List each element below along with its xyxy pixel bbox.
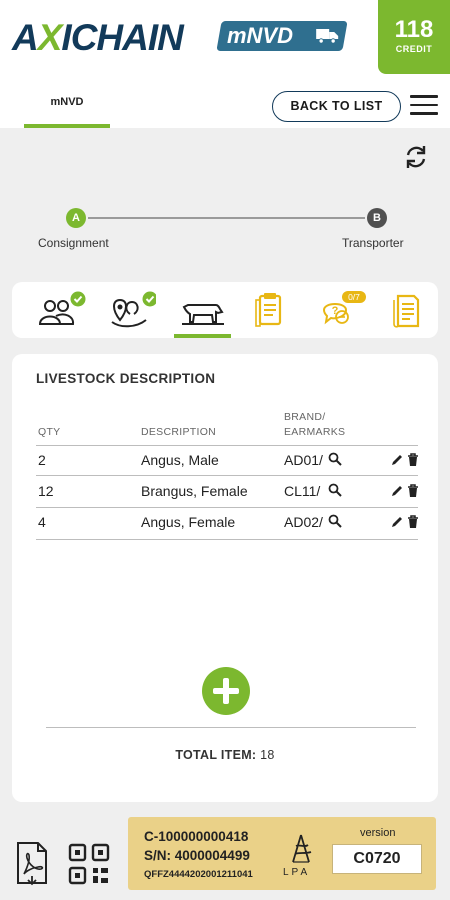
- livestock-card: LIVESTOCK DESCRIPTION QTY DESCRIPTION BR…: [12, 354, 438, 802]
- row-brand: AD02/: [284, 514, 323, 530]
- row-divider: [36, 539, 418, 540]
- row-brand: CL11/: [284, 483, 321, 499]
- table-row[interactable]: 2 Angus, Male AD01/: [12, 445, 438, 475]
- chat-question-icon[interactable]: ? 0/7: [318, 290, 368, 330]
- delete-icon[interactable]: [407, 484, 419, 498]
- credit-label: CREDIT: [395, 44, 433, 54]
- lpa-label: LPA: [283, 867, 311, 878]
- row-brand: AD01/: [284, 452, 323, 468]
- hamburger-menu-icon[interactable]: [410, 95, 438, 117]
- edit-icon[interactable]: [390, 484, 404, 498]
- row-qty: 2: [38, 452, 46, 468]
- row-description: Angus, Female: [141, 514, 236, 530]
- back-to-list-button[interactable]: BACK TO LIST: [272, 91, 401, 122]
- search-icon[interactable]: [328, 514, 342, 528]
- delete-icon[interactable]: [407, 453, 419, 467]
- consignment-id: C-100000000418: [144, 829, 249, 844]
- tab-active-indicator: [24, 124, 110, 128]
- location-check-icon[interactable]: [106, 290, 156, 330]
- serial-number: S/N: 4000004499: [144, 848, 250, 863]
- consignment-code: QFFZ4444202001211041: [144, 869, 253, 880]
- lpa-emblem-icon: [292, 834, 312, 863]
- column-header-brand: BRAND/: [284, 411, 326, 423]
- row-description: Brangus, Female: [141, 483, 248, 499]
- search-icon[interactable]: [328, 483, 342, 497]
- section-icon-bar: ? 0/7: [12, 282, 438, 338]
- step-b-marker[interactable]: B: [367, 208, 387, 228]
- step-b-label: Transporter: [342, 236, 404, 250]
- column-header-description: DESCRIPTION: [141, 426, 217, 438]
- top-bar: AXICHAIN mNVD 118 CREDIT mNVD BACK TO LI…: [0, 0, 450, 128]
- column-header-qty: QTY: [38, 426, 61, 438]
- total-items: TOTAL ITEM: 18: [12, 748, 438, 762]
- svg-text:?: ?: [332, 305, 339, 317]
- app-logo: AXICHAIN mNVD: [12, 14, 348, 72]
- version-label: version: [360, 827, 396, 839]
- people-check-icon[interactable]: [36, 290, 86, 330]
- logo-badge: mNVD: [216, 21, 348, 51]
- version-value: C0720: [332, 844, 422, 874]
- lpa-logo: LPA: [281, 832, 321, 880]
- row-qty: 4: [38, 514, 46, 530]
- consignment-info-card: C-100000000418 S/N: 4000004499 QFFZ44442…: [128, 817, 436, 890]
- add-livestock-button[interactable]: [202, 667, 250, 715]
- refresh-icon[interactable]: [402, 143, 430, 171]
- livestock-title: LIVESTOCK DESCRIPTION: [36, 371, 216, 386]
- edit-icon[interactable]: [390, 453, 404, 467]
- section-active-indicator: [174, 334, 231, 338]
- column-header-earmarks: EARMARKS: [284, 426, 346, 438]
- section-badge-count: 0/7: [348, 292, 360, 302]
- table-row[interactable]: 12 Brangus, Female CL11/: [12, 476, 438, 506]
- total-divider: [46, 727, 416, 728]
- truck-icon: [316, 29, 339, 44]
- step-a-marker[interactable]: A: [66, 208, 86, 228]
- credit-box: 118 CREDIT: [378, 0, 450, 74]
- table-row[interactable]: 4 Angus, Female AD02/: [12, 507, 438, 537]
- delete-icon[interactable]: [407, 515, 419, 529]
- stepper-line: [88, 217, 365, 219]
- clipboard-icon[interactable]: [246, 290, 296, 330]
- pdf-export-icon[interactable]: [14, 840, 50, 886]
- search-icon[interactable]: [328, 452, 342, 466]
- credit-count: 118: [394, 16, 434, 43]
- total-value: 18: [260, 748, 275, 762]
- document-icon[interactable]: [382, 290, 432, 330]
- row-qty: 12: [38, 483, 54, 499]
- logo-wordmark: AXICHAIN: [12, 17, 184, 58]
- step-a-label: Consignment: [38, 236, 109, 250]
- qr-code-icon[interactable]: [68, 843, 110, 885]
- edit-icon[interactable]: [390, 515, 404, 529]
- row-description: Angus, Male: [141, 452, 219, 468]
- tab-mnvd[interactable]: mNVD: [24, 96, 110, 108]
- cattle-icon[interactable]: [178, 290, 228, 330]
- total-label: TOTAL ITEM:: [175, 748, 257, 762]
